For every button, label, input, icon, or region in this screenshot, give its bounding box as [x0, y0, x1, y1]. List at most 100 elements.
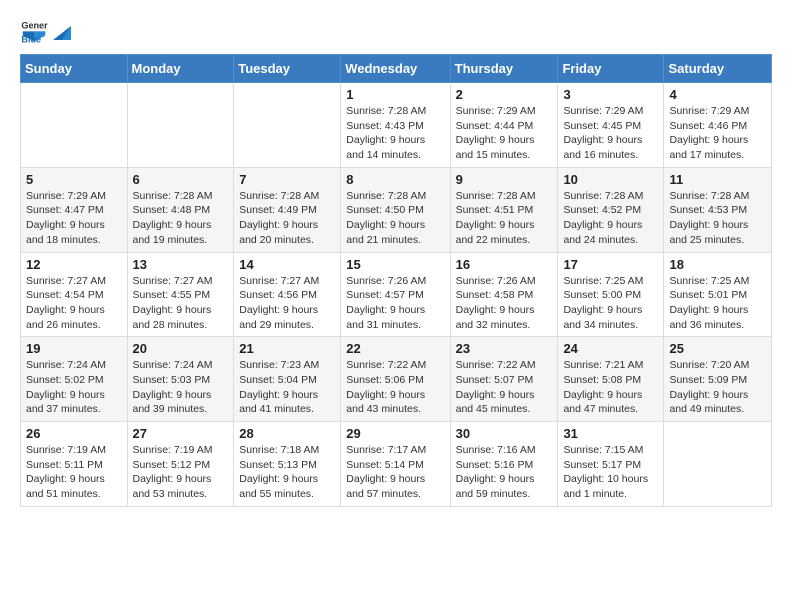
day-number: 29: [346, 426, 444, 441]
header: General Blue: [20, 16, 772, 44]
day-info: Sunrise: 7:22 AMSunset: 5:06 PMDaylight:…: [346, 358, 444, 417]
calendar-cell: 3 Sunrise: 7:29 AMSunset: 4:45 PMDaylight…: [558, 83, 664, 168]
day-info: Sunrise: 7:29 AMSunset: 4:47 PMDaylight:…: [26, 189, 122, 248]
day-number: 16: [456, 257, 553, 272]
day-number: 26: [26, 426, 122, 441]
day-info: Sunrise: 7:26 AMSunset: 4:57 PMDaylight:…: [346, 274, 444, 333]
day-number: 13: [133, 257, 229, 272]
week-row-3: 12 Sunrise: 7:27 AMSunset: 4:54 PMDayligh…: [21, 252, 772, 337]
day-number: 30: [456, 426, 553, 441]
day-number: 25: [669, 341, 766, 356]
day-number: 2: [456, 87, 553, 102]
calendar-cell: 31 Sunrise: 7:15 AMSunset: 5:17 PMDayligh…: [558, 422, 664, 507]
day-info: Sunrise: 7:28 AMSunset: 4:50 PMDaylight:…: [346, 189, 444, 248]
day-number: 1: [346, 87, 444, 102]
calendar-cell: 15 Sunrise: 7:26 AMSunset: 4:57 PMDayligh…: [341, 252, 450, 337]
calendar-cell: 4Sunrise: 7:29 AMSunset: 4:46 PMDaylight…: [664, 83, 772, 168]
calendar-cell: 23 Sunrise: 7:22 AMSunset: 5:07 PMDayligh…: [450, 337, 558, 422]
calendar-cell: 13 Sunrise: 7:27 AMSunset: 4:55 PMDayligh…: [127, 252, 234, 337]
calendar-cell: 19Sunrise: 7:24 AMSunset: 5:02 PMDayligh…: [21, 337, 128, 422]
day-number: 31: [563, 426, 658, 441]
day-number: 24: [563, 341, 658, 356]
weekday-header-row: SundayMondayTuesdayWednesdayThursdayFrid…: [21, 55, 772, 83]
day-number: 8: [346, 172, 444, 187]
day-info: Sunrise: 7:27 AMSunset: 4:54 PMDaylight:…: [26, 274, 122, 333]
calendar-cell: 1 Sunrise: 7:28 AMSunset: 4:43 PMDaylight…: [341, 83, 450, 168]
day-info: Sunrise: 7:28 AMSunset: 4:48 PMDaylight:…: [133, 189, 229, 248]
calendar-cell: 17 Sunrise: 7:25 AMSunset: 5:00 PMDayligh…: [558, 252, 664, 337]
day-number: 10: [563, 172, 658, 187]
calendar-cell: [127, 83, 234, 168]
day-info: Sunrise: 7:29 AMSunset: 4:45 PMDaylight:…: [563, 104, 658, 163]
svg-text:Blue: Blue: [21, 35, 41, 44]
day-info: Sunrise: 7:28 AMSunset: 4:53 PMDaylight:…: [669, 189, 766, 248]
day-info: Sunrise: 7:22 AMSunset: 5:07 PMDaylight:…: [456, 358, 553, 417]
week-row-5: 26 Sunrise: 7:19 AMSunset: 5:11 PMDayligh…: [21, 422, 772, 507]
calendar-cell: [664, 422, 772, 507]
day-info: Sunrise: 7:17 AMSunset: 5:14 PMDaylight:…: [346, 443, 444, 502]
day-info: Sunrise: 7:23 AMSunset: 5:04 PMDaylight:…: [239, 358, 335, 417]
calendar-cell: 9 Sunrise: 7:28 AMSunset: 4:51 PMDaylight…: [450, 167, 558, 252]
day-info: Sunrise: 7:16 AMSunset: 5:16 PMDaylight:…: [456, 443, 553, 502]
day-info: Sunrise: 7:19 AMSunset: 5:11 PMDaylight:…: [26, 443, 122, 502]
week-row-4: 19Sunrise: 7:24 AMSunset: 5:02 PMDayligh…: [21, 337, 772, 422]
day-info: Sunrise: 7:25 AMSunset: 5:01 PMDaylight:…: [669, 274, 766, 333]
day-info: Sunrise: 7:27 AMSunset: 4:56 PMDaylight:…: [239, 274, 335, 333]
calendar-cell: [234, 83, 341, 168]
day-info: Sunrise: 7:26 AMSunset: 4:58 PMDaylight:…: [456, 274, 553, 333]
weekday-header-wednesday: Wednesday: [341, 55, 450, 83]
calendar-cell: 24Sunrise: 7:21 AMSunset: 5:08 PMDayligh…: [558, 337, 664, 422]
calendar-cell: 25 Sunrise: 7:20 AMSunset: 5:09 PMDayligh…: [664, 337, 772, 422]
calendar-cell: 30 Sunrise: 7:16 AMSunset: 5:16 PMDayligh…: [450, 422, 558, 507]
weekday-header-tuesday: Tuesday: [234, 55, 341, 83]
day-info: Sunrise: 7:29 AMSunset: 4:46 PMDaylight:…: [669, 104, 766, 163]
calendar-cell: 2Sunrise: 7:29 AMSunset: 4:44 PMDaylight…: [450, 83, 558, 168]
logo: General Blue: [20, 16, 71, 44]
weekday-header-sunday: Sunday: [21, 55, 128, 83]
day-info: Sunrise: 7:27 AMSunset: 4:55 PMDaylight:…: [133, 274, 229, 333]
day-info: Sunrise: 7:20 AMSunset: 5:09 PMDaylight:…: [669, 358, 766, 417]
calendar-cell: 29 Sunrise: 7:17 AMSunset: 5:14 PMDayligh…: [341, 422, 450, 507]
day-info: Sunrise: 7:18 AMSunset: 5:13 PMDaylight:…: [239, 443, 335, 502]
calendar-cell: 20 Sunrise: 7:24 AMSunset: 5:03 PMDayligh…: [127, 337, 234, 422]
weekday-header-thursday: Thursday: [450, 55, 558, 83]
calendar-cell: 26 Sunrise: 7:19 AMSunset: 5:11 PMDayligh…: [21, 422, 128, 507]
day-info: Sunrise: 7:25 AMSunset: 5:00 PMDaylight:…: [563, 274, 658, 333]
calendar-cell: 27Sunrise: 7:19 AMSunset: 5:12 PMDayligh…: [127, 422, 234, 507]
day-number: 12: [26, 257, 122, 272]
day-number: 5: [26, 172, 122, 187]
calendar-cell: 8 Sunrise: 7:28 AMSunset: 4:50 PMDaylight…: [341, 167, 450, 252]
weekday-header-friday: Friday: [558, 55, 664, 83]
day-number: 21: [239, 341, 335, 356]
calendar-cell: 22 Sunrise: 7:22 AMSunset: 5:06 PMDayligh…: [341, 337, 450, 422]
calendar-cell: 10Sunrise: 7:28 AMSunset: 4:52 PMDayligh…: [558, 167, 664, 252]
day-number: 17: [563, 257, 658, 272]
day-number: 20: [133, 341, 229, 356]
day-number: 22: [346, 341, 444, 356]
weekday-header-saturday: Saturday: [664, 55, 772, 83]
day-info: Sunrise: 7:24 AMSunset: 5:03 PMDaylight:…: [133, 358, 229, 417]
week-row-2: 5 Sunrise: 7:29 AMSunset: 4:47 PMDaylight…: [21, 167, 772, 252]
day-number: 9: [456, 172, 553, 187]
day-number: 6: [133, 172, 229, 187]
day-info: Sunrise: 7:28 AMSunset: 4:43 PMDaylight:…: [346, 104, 444, 163]
day-number: 11: [669, 172, 766, 187]
day-number: 14: [239, 257, 335, 272]
day-info: Sunrise: 7:28 AMSunset: 4:51 PMDaylight:…: [456, 189, 553, 248]
day-number: 15: [346, 257, 444, 272]
week-row-1: 1 Sunrise: 7:28 AMSunset: 4:43 PMDaylight…: [21, 83, 772, 168]
calendar-cell: 16 Sunrise: 7:26 AMSunset: 4:58 PMDayligh…: [450, 252, 558, 337]
day-number: 7: [239, 172, 335, 187]
weekday-header-monday: Monday: [127, 55, 234, 83]
calendar-cell: 11 Sunrise: 7:28 AMSunset: 4:53 PMDayligh…: [664, 167, 772, 252]
calendar-cell: 21 Sunrise: 7:23 AMSunset: 5:04 PMDayligh…: [234, 337, 341, 422]
calendar-table: SundayMondayTuesdayWednesdayThursdayFrid…: [20, 54, 772, 507]
day-number: 3: [563, 87, 658, 102]
page: General Blue: [0, 0, 792, 523]
day-number: 23: [456, 341, 553, 356]
logo-triangle-icon: [53, 22, 71, 40]
calendar-cell: [21, 83, 128, 168]
day-number: 19: [26, 341, 122, 356]
day-info: Sunrise: 7:15 AMSunset: 5:17 PMDaylight:…: [563, 443, 658, 502]
day-info: Sunrise: 7:28 AMSunset: 4:49 PMDaylight:…: [239, 189, 335, 248]
